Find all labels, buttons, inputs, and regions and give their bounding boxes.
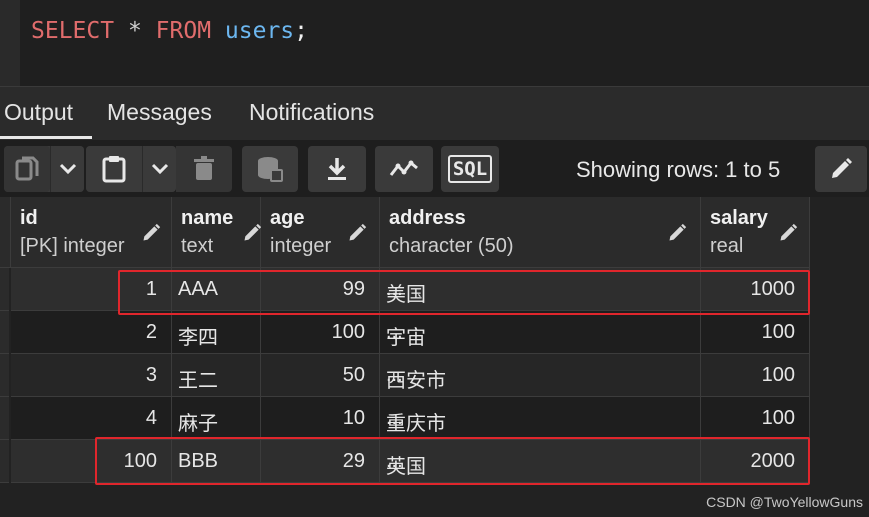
copy-button[interactable] xyxy=(4,146,50,192)
cell-name[interactable]: BBB xyxy=(172,440,261,483)
cell-name[interactable]: 麻子 xyxy=(172,397,261,440)
paste-button[interactable] xyxy=(86,146,142,192)
download-button[interactable] xyxy=(308,146,366,192)
cell-id[interactable]: 3 xyxy=(11,354,172,397)
row-selector[interactable] xyxy=(0,311,9,354)
column-header-address[interactable]: address character (50) xyxy=(380,197,701,268)
column-header-name[interactable]: name text xyxy=(172,197,262,268)
delete-button[interactable] xyxy=(176,146,232,192)
paste-icon xyxy=(102,156,126,183)
rows-info: Showing rows: 1 to 5 xyxy=(576,157,781,182)
column-name: age xyxy=(270,207,305,229)
column-type: real xyxy=(710,235,744,257)
cell-id[interactable]: 4 xyxy=(11,397,172,440)
edit-column-icon[interactable] xyxy=(667,223,687,243)
cell-id[interactable]: 2 xyxy=(11,311,172,354)
keyword-select: SELECT xyxy=(31,18,115,44)
tab-notifications[interactable]: Notifications xyxy=(249,99,374,126)
chevron-down-icon xyxy=(151,163,168,175)
graph-visualiser-button[interactable] xyxy=(375,146,433,192)
semicolon: ; xyxy=(294,18,309,44)
edit-icon xyxy=(832,158,852,178)
download-icon xyxy=(328,158,346,180)
column-name: id xyxy=(20,207,38,229)
column-name: address xyxy=(389,207,466,229)
watermark: CSDN @TwoYellowGuns xyxy=(706,494,863,510)
cell-salary[interactable]: 100 xyxy=(701,354,810,397)
star-operator: * xyxy=(127,18,142,44)
cell-address[interactable]: 重庆市... xyxy=(380,397,701,440)
row-selector[interactable] xyxy=(0,440,9,483)
column-type: text xyxy=(181,235,214,257)
edit-rows-button[interactable] xyxy=(815,146,867,192)
paste-button-group xyxy=(86,146,176,192)
cell-expand-ellipsis: ... xyxy=(386,278,403,300)
cell-id[interactable]: 100 xyxy=(11,440,172,483)
column-header-salary[interactable]: salary real xyxy=(701,197,810,268)
save-data-button[interactable] xyxy=(242,146,298,192)
cell-id[interactable]: 1 xyxy=(11,268,172,311)
save-data-icon xyxy=(258,157,283,182)
tab-messages[interactable]: Messages xyxy=(107,99,212,126)
column-type: integer xyxy=(270,235,332,257)
chevron-down-icon xyxy=(59,163,76,175)
row-selector[interactable] xyxy=(0,397,9,440)
cell-salary[interactable]: 100 xyxy=(701,397,810,440)
edit-column-icon[interactable] xyxy=(778,223,798,243)
cell-name[interactable]: AAA xyxy=(172,268,261,311)
delete-icon xyxy=(194,156,214,180)
cell-expand-ellipsis: ... xyxy=(386,364,403,386)
cell-expand-ellipsis: ... xyxy=(386,450,403,472)
tab-output[interactable]: Output xyxy=(4,99,73,126)
column-name: salary xyxy=(710,207,768,229)
sql-button[interactable]: SQL xyxy=(441,146,499,192)
cell-expand-ellipsis: ... xyxy=(386,407,403,429)
keyword-from: FROM xyxy=(155,18,212,44)
active-tab-indicator xyxy=(0,136,92,139)
column-header-age[interactable]: age integer xyxy=(261,197,380,268)
cell-age[interactable]: 29 xyxy=(261,440,380,483)
cell-name[interactable]: 李四 xyxy=(172,311,261,354)
column-name: name xyxy=(181,207,234,229)
cell-salary[interactable]: 2000 xyxy=(701,440,810,483)
paste-options-button[interactable] xyxy=(143,146,176,192)
cell-address[interactable]: 美国... xyxy=(380,268,701,311)
cell-age[interactable]: 50 xyxy=(261,354,380,397)
cell-age[interactable]: 10 xyxy=(261,397,380,440)
cell-age[interactable]: 99 xyxy=(261,268,380,311)
query-editor[interactable]: SELECT * FROM users; xyxy=(0,0,869,86)
column-type: character (50) xyxy=(389,235,514,257)
result-tabs: Output Messages Notifications xyxy=(0,86,869,140)
cell-address[interactable]: 宇宙... xyxy=(380,311,701,354)
result-grid: id [PK] integer name text age integer ad… xyxy=(0,197,869,517)
edit-column-icon[interactable] xyxy=(141,223,161,243)
cell-name[interactable]: 王二 xyxy=(172,354,261,397)
header-corner xyxy=(0,197,11,268)
row-selector[interactable] xyxy=(0,268,9,311)
row-selector[interactable] xyxy=(0,354,9,397)
cell-age[interactable]: 100 xyxy=(261,311,380,354)
query-line[interactable]: SELECT * FROM users; xyxy=(31,18,308,44)
editor-gutter xyxy=(0,0,20,86)
cell-address[interactable]: 英国... xyxy=(380,440,701,483)
cell-salary[interactable]: 1000 xyxy=(701,268,810,311)
cell-expand-ellipsis: ... xyxy=(386,321,403,343)
copy-button-group xyxy=(4,146,84,192)
copy-icon xyxy=(15,156,39,181)
table-name: users xyxy=(224,18,295,44)
edit-column-icon[interactable] xyxy=(347,223,367,243)
graph-icon xyxy=(389,160,418,176)
cell-salary[interactable]: 100 xyxy=(701,311,810,354)
column-header-id[interactable]: id [PK] integer xyxy=(11,197,172,268)
copy-options-button[interactable] xyxy=(51,146,84,192)
cell-address[interactable]: 西安市... xyxy=(380,354,701,397)
result-toolbar: SQL Showing rows: 1 to 5 xyxy=(0,140,869,197)
edit-column-icon[interactable] xyxy=(242,223,262,243)
column-type: [PK] integer xyxy=(20,235,125,257)
sql-icon: SQL xyxy=(447,155,493,183)
